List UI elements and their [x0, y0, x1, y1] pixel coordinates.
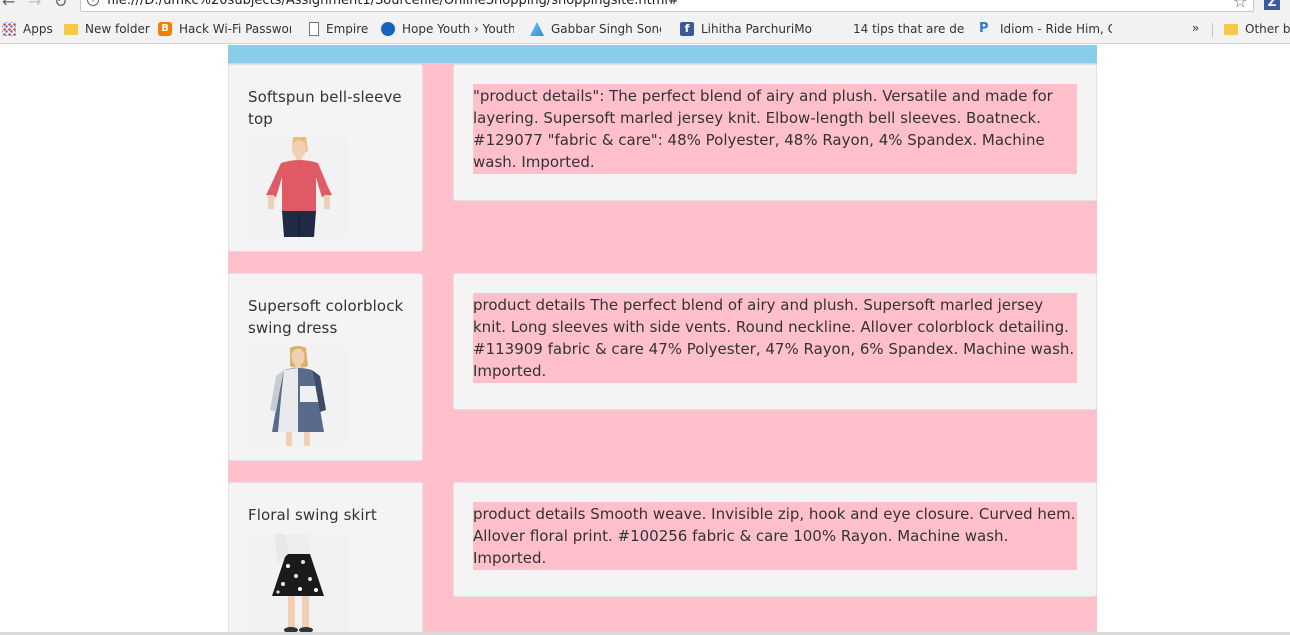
blank-icon [832, 22, 846, 36]
shop-header-bar [228, 45, 1097, 63]
product-description: product details Smooth weave. Invisible … [473, 502, 1077, 570]
bookmark-lihitha[interactable]: f Lihitha ParchuriMobil [680, 21, 813, 37]
address-bar[interactable]: i file:///D:/umkc%20subjects/Assignment1… [80, 0, 1254, 12]
description-card: product details The perfect blend of air… [453, 273, 1097, 410]
top-model-illustration [248, 137, 348, 237]
back-arrow-icon[interactable]: ← [2, 0, 15, 10]
bookmark-other[interactable]: Other bo [1224, 21, 1290, 37]
page-viewport: Softspun bell-sleeve top "product detail… [0, 45, 1290, 635]
url-text[interactable]: file:///D:/umkc%20subjects/Assignment1/S… [107, 0, 679, 8]
product-card[interactable]: Softspun bell-sleeve top [228, 64, 423, 252]
product-image[interactable] [248, 346, 348, 446]
bookmark-label: Apps [23, 22, 53, 36]
bookmark-label: Hack Wi-Fi Password [179, 22, 291, 36]
product-name: Floral swing skirt [248, 506, 377, 524]
divider [1212, 23, 1213, 37]
bookmark-apps[interactable]: Apps [2, 21, 53, 37]
product-description: product details The perfect blend of air… [473, 293, 1077, 383]
shop-container: Softspun bell-sleeve top "product detail… [228, 45, 1097, 635]
browser-toolbar: ← → ↻ i file:///D:/umkc%20subjects/Assig… [0, 0, 1290, 14]
bookmark-empire[interactable]: Empire [309, 21, 368, 37]
bookmark-label: Lihitha ParchuriMobil [701, 22, 813, 36]
reload-icon[interactable]: ↻ [54, 0, 67, 10]
product-description: "product details": The perfect blend of … [473, 84, 1077, 174]
product-name: Supersoft colorblock swing dress [248, 297, 404, 337]
document-icon [309, 22, 319, 36]
info-icon[interactable]: i [87, 0, 99, 6]
product-image[interactable] [248, 137, 348, 237]
bookmark-label: 14 tips that are desig [853, 22, 965, 36]
folder-icon [1224, 23, 1238, 35]
bookmark-new-folder[interactable]: New folder [64, 21, 150, 37]
apps-grid-icon [2, 22, 16, 36]
bookmark-14-tips[interactable]: 14 tips that are desig [832, 21, 965, 37]
product-card[interactable]: Supersoft colorblock swing dress [228, 273, 423, 461]
bookmark-idiom[interactable]: P Idiom - Ride Him, Co [979, 21, 1112, 37]
bookmark-label: Other bo [1245, 22, 1290, 36]
gabbar-icon [530, 22, 544, 36]
folder-icon [64, 23, 78, 35]
bookmark-label: Empire [326, 22, 369, 36]
blogger-icon: B [158, 22, 172, 36]
skirt-model-illustration [248, 534, 348, 634]
bookmark-star-icon[interactable]: ☆ [1233, 0, 1247, 10]
bookmark-label: Idiom - Ride Him, Co [1000, 22, 1112, 36]
bookmark-label: New folder [85, 22, 150, 36]
bookmarks-bar: Apps New folder B Hack Wi-Fi Password Em… [0, 14, 1290, 44]
description-card: "product details": The perfect blend of … [453, 64, 1097, 201]
description-card: product details Smooth weave. Invisible … [453, 482, 1097, 597]
product-name: Softspun bell-sleeve top [248, 88, 402, 128]
bookmark-hope-youth[interactable]: Hope Youth › Youth a [381, 21, 514, 37]
bookmarks-overflow-icon[interactable]: » [1192, 21, 1199, 35]
bookmark-hack-wifi[interactable]: B Hack Wi-Fi Password [158, 21, 291, 37]
forward-arrow-icon[interactable]: → [28, 0, 41, 10]
bookmark-gabbar[interactable]: Gabbar Singh Songs [530, 21, 661, 37]
product-card[interactable]: Floral swing skirt [228, 482, 423, 635]
freedictionary-icon: P [979, 21, 989, 36]
facebook-icon: f [680, 22, 694, 36]
drop-icon [381, 22, 395, 36]
bookmark-label: Gabbar Singh Songs [551, 22, 661, 36]
dress-model-illustration [248, 346, 348, 446]
extension-icon[interactable]: Z [1264, 0, 1280, 10]
product-image[interactable] [248, 534, 348, 634]
bookmark-label: Hope Youth › Youth a [402, 22, 514, 36]
